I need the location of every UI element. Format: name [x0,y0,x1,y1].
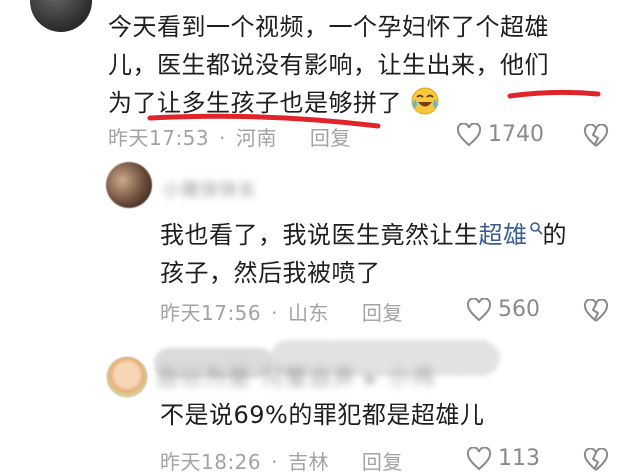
reply1-meta: 昨天17:56 · 山东 回复 [160,297,403,326]
search-icon[interactable] [529,221,543,235]
reply2-like-count: 113 [498,446,540,471]
reply2-target: 小鸡 [388,366,437,391]
meta-dot: · [271,301,278,325]
reply1-avatar[interactable] [106,162,152,208]
reply2-location: 吉林 [288,450,329,474]
meta-dot: · [219,126,226,150]
reply1-username[interactable]: 小猪快快长 [162,176,257,202]
reply2-text: 不是说69%的罪犯都是超雄儿 [160,401,485,429]
broken-heart-icon[interactable] [583,124,609,148]
reply1-text: 我也看了，我说医生竟然让生超雄的 孩子，然后我被喷了 [160,216,567,292]
reply1-line-1-text: 我也看了，我说医生竟然让生 [160,221,479,249]
main-comment-meta: 昨天17:53 · 河南 回复 [108,122,351,151]
avatar-top[interactable] [30,0,92,32]
heart-icon [466,297,492,321]
reply2-meta: 昨天18:26 · 吉林 回复 [160,446,403,475]
main-comment-line-1: 今天看到一个视频，一个孕妇怀了个超雄 [108,13,549,41]
reply1-like-button[interactable]: 560 [466,297,540,322]
main-comment-line-3: 为了让多生孩子也是够拼了 [108,84,618,122]
reply1-time: 昨天17:56 [160,301,262,325]
reply1-line-1-tail: 的 [542,221,567,249]
reply2-like-button[interactable]: 113 [466,446,540,471]
meta-dot: · [271,450,278,474]
main-comment-line-3-text: 为了让多生孩子也是够拼了 [108,89,402,117]
main-comment-like-count: 1740 [488,122,544,147]
reply2-username: 自以为是 [156,366,253,391]
broken-heart-icon[interactable] [583,299,609,323]
reply1-line-2: 孩子，然后我被喷了 [160,259,381,287]
reply1-like-count: 560 [498,297,540,322]
reply1-line-1: 我也看了，我说医生竟然让生超雄的 [160,216,567,254]
laugh-cry-emoji-icon [411,87,439,115]
reply1-location: 山东 [288,301,329,325]
main-comment-line-2: 儿，医生都说没有影响，让生出来，他们 [108,51,549,79]
heart-icon [466,446,492,470]
reply1-reply-button[interactable]: 回复 [362,301,403,325]
reply1-search-link[interactable]: 超雄 [479,221,528,249]
reply2-avatar[interactable] [106,356,148,398]
reply2-reply-button[interactable]: 回复 [362,450,403,474]
main-comment-location: 河南 [236,126,277,150]
main-comment-reply-button[interactable]: 回复 [310,126,351,150]
broken-heart-icon[interactable] [583,448,609,472]
main-comment-text: 今天看到一个视频，一个孕妇怀了个超雄 儿，医生都说没有影响，让生出来，他们 为了… [108,8,618,122]
main-comment-time: 昨天17:53 [108,126,210,150]
heart-icon [456,122,482,146]
reply-arrow-icon: ▸ [366,366,380,391]
reply2-username-row[interactable]: 自以为是 河蟹自弃 ▸ 小鸡 [156,360,436,392]
main-comment-like-button[interactable]: 1740 [456,122,544,147]
reply2-username-extra: 河蟹自弃 [261,366,358,391]
reply2-time: 昨天18:26 [160,450,262,474]
